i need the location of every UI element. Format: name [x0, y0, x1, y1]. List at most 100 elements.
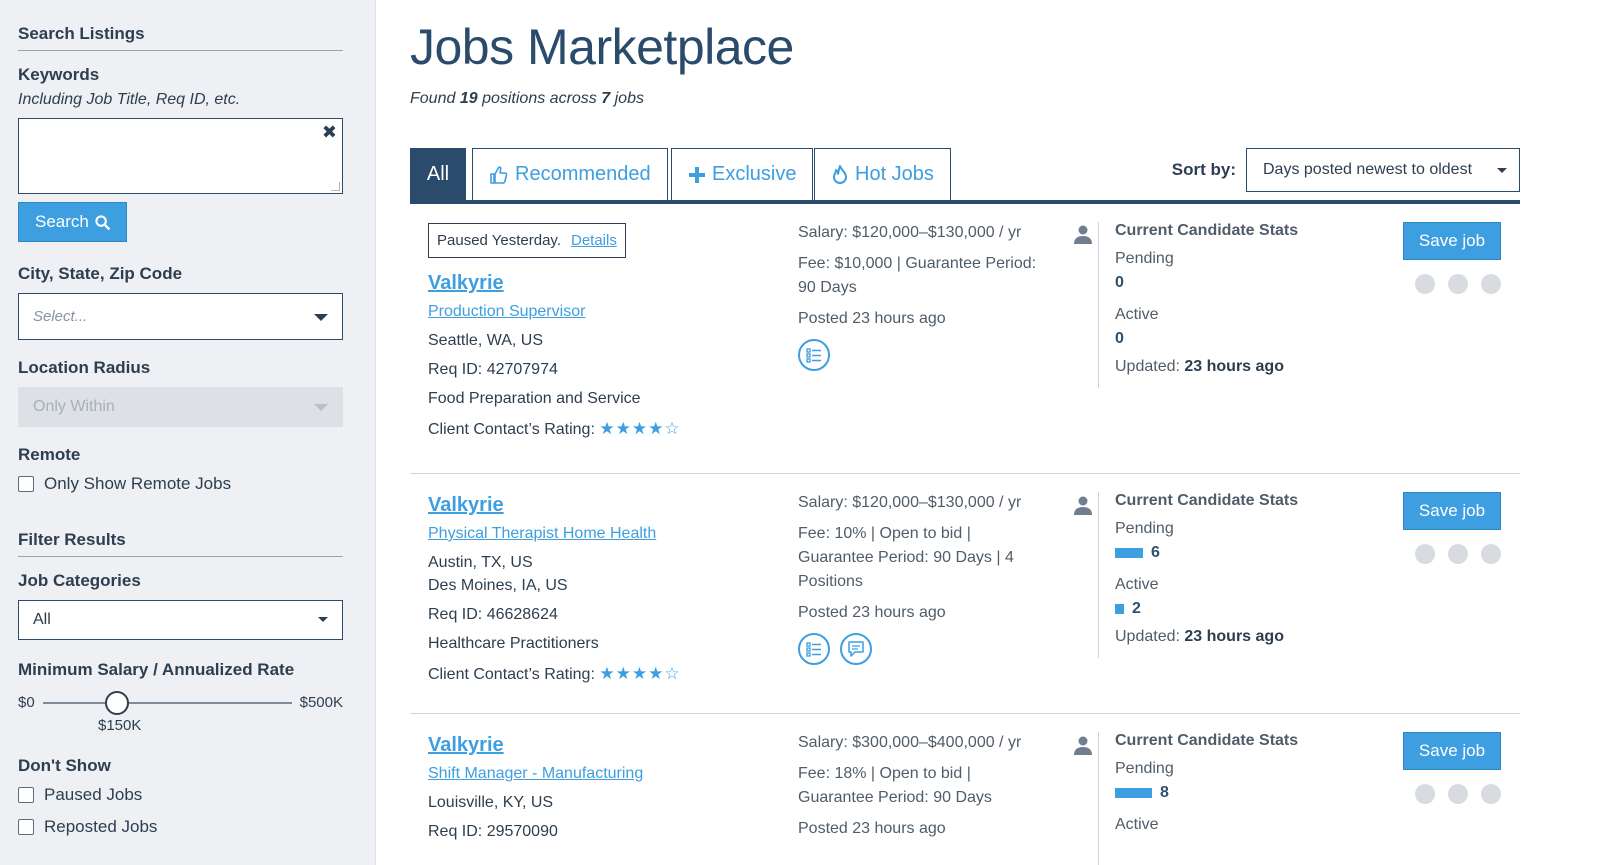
comment-icon[interactable]: [840, 633, 873, 665]
job-card: Paused Yesterday. Details Valkyrie Produ…: [410, 204, 1520, 474]
job-card: Valkyrie Physical Therapist Home Health …: [410, 474, 1520, 714]
pending-value: 8: [1160, 784, 1169, 801]
job-compensation: Salary: $120,000–$130,000 / yr Fee: $10,…: [798, 221, 1038, 372]
tab-recommended[interactable]: Recommended: [472, 148, 668, 200]
resize-handle[interactable]: [331, 182, 340, 191]
updated-value: 23 hours ago: [1184, 628, 1284, 645]
flame-icon: [833, 164, 847, 184]
rating-stars: ★★★★☆: [599, 419, 681, 438]
tab-recommended-label: Recommended: [515, 163, 651, 185]
job-card: Valkyrie Shift Manager - Manufacturing L…: [410, 714, 1520, 865]
pending-bar: [1115, 788, 1152, 798]
dot-indicator[interactable]: [1448, 274, 1468, 294]
job-compensation: Salary: $120,000–$130,000 / yr Fee: 10% …: [798, 491, 1038, 666]
stats-title: Current Candidate Stats: [1115, 732, 1299, 749]
job-location-secondary: Des Moines, IA, US: [428, 577, 568, 594]
dot-indicator[interactable]: [1415, 274, 1435, 294]
dot-indicator[interactable]: [1448, 544, 1468, 564]
pending-label: Pending: [1115, 520, 1174, 537]
tab-exclusive-label: Exclusive: [712, 163, 797, 185]
dot-indicator[interactable]: [1481, 544, 1501, 564]
candidate-stats: Current Candidate Stats Pending 6 Active…: [1098, 492, 1298, 658]
main-content: Jobs Marketplace Found 19 positions acro…: [410, 0, 1520, 865]
active-label: Active: [1115, 576, 1159, 593]
salary-slider-track[interactable]: [42, 690, 292, 715]
updated-value: 23 hours ago: [1184, 358, 1284, 375]
remote-only-checkbox[interactable]: [18, 476, 34, 492]
clear-icon[interactable]: ✖: [322, 122, 337, 143]
job-card-details: Paused Yesterday. Details Valkyrie Produ…: [428, 223, 681, 439]
search-button[interactable]: Search: [18, 202, 127, 242]
job-actions: [798, 633, 1038, 666]
keywords-field-container: ✖: [18, 118, 343, 194]
radius-select-value: Only Within: [33, 398, 115, 415]
pagination-dots: [1415, 274, 1503, 294]
remote-only-checkbox-row[interactable]: Only Show Remote Jobs: [18, 474, 337, 494]
job-fee: Fee: $10,000 | Guarantee Period: 90 Days: [798, 255, 1037, 296]
dot-indicator[interactable]: [1481, 274, 1501, 294]
dont-show-label: Don't Show: [18, 756, 111, 775]
job-location: Louisville, KY, US: [428, 794, 554, 811]
rating-label: Client Contact’s Rating:: [428, 666, 595, 683]
save-job-button[interactable]: Save job: [1403, 492, 1501, 530]
tab-all-label: All: [426, 163, 450, 185]
location-select-placeholder: Select...: [33, 308, 88, 325]
dot-indicator[interactable]: [1448, 784, 1468, 804]
dot-indicator[interactable]: [1415, 544, 1435, 564]
pending-value: 6: [1151, 544, 1160, 561]
chevron-down-icon: [314, 404, 328, 411]
salary-slider-thumb[interactable]: [105, 690, 130, 715]
location-select[interactable]: Select...: [18, 293, 343, 340]
company-link[interactable]: Valkyrie: [428, 494, 681, 517]
company-link[interactable]: Valkyrie: [428, 272, 681, 295]
job-location: Austin, TX, US: [428, 554, 533, 571]
results-summary: Found 19 positions across 7 jobs: [410, 90, 1520, 108]
salary-max: $500K: [299, 694, 343, 711]
stats-updated: Updated: 23 hours ago: [1115, 628, 1298, 646]
checklist-icon[interactable]: [798, 633, 830, 665]
paused-jobs-checkbox-row[interactable]: Paused Jobs: [18, 785, 337, 805]
client-rating: Client Contact’s Rating: ★★★★☆: [428, 664, 681, 684]
job-posted: Posted 23 hours ago: [798, 310, 946, 327]
keywords-input[interactable]: [19, 119, 342, 193]
company-link[interactable]: Valkyrie: [428, 734, 643, 757]
dot-indicator[interactable]: [1481, 784, 1501, 804]
reposted-jobs-label: Reposted Jobs: [44, 817, 158, 836]
active-value: 0: [1115, 330, 1124, 347]
tab-exclusive[interactable]: Exclusive: [671, 148, 814, 200]
active-count: 0: [1115, 330, 1298, 348]
categories-select[interactable]: All: [18, 600, 343, 640]
job-req-id: Req ID: 29570090: [428, 823, 558, 840]
search-button-label: Search: [35, 212, 89, 231]
tab-hot-jobs[interactable]: Hot Jobs: [814, 148, 951, 200]
tab-all[interactable]: All: [410, 148, 466, 200]
paused-jobs-checkbox[interactable]: [18, 787, 34, 803]
job-fee: Fee: 10% | Open to bid | Guarantee Perio…: [798, 525, 1014, 590]
sort-select[interactable]: Days posted newest to oldest: [1246, 148, 1520, 192]
reposted-jobs-checkbox-row[interactable]: Reposted Jobs: [18, 817, 337, 837]
pending-label: Pending: [1115, 250, 1174, 267]
categories-select-value: All: [33, 611, 51, 628]
job-salary: Salary: $120,000–$130,000 / yr: [798, 494, 1022, 511]
tab-bar: All Recommended Exclusive Hot Jobs Sort …: [410, 148, 1520, 204]
pending-label: Pending: [1115, 760, 1174, 777]
job-posted: Posted 23 hours ago: [798, 604, 946, 621]
person-icon: [1073, 224, 1093, 249]
checklist-icon[interactable]: [798, 339, 830, 371]
save-job-button[interactable]: Save job: [1403, 222, 1501, 260]
reposted-jobs-checkbox[interactable]: [18, 819, 34, 835]
save-job-button[interactable]: Save job: [1403, 732, 1501, 770]
job-fee: Fee: 18% | Open to bid | Guarantee Perio…: [798, 765, 992, 806]
job-card-details: Valkyrie Physical Therapist Home Health …: [428, 494, 681, 684]
job-actions: [798, 339, 1038, 372]
location-label: City, State, Zip Code: [18, 264, 183, 283]
paused-details-link[interactable]: Details: [571, 232, 617, 249]
chevron-down-icon: [1497, 168, 1507, 173]
dot-indicator[interactable]: [1415, 784, 1435, 804]
job-title-link[interactable]: Production Supervisor: [428, 303, 681, 321]
pending-count: 0: [1115, 274, 1298, 292]
pending-value: 0: [1115, 274, 1124, 291]
job-title-link[interactable]: Physical Therapist Home Health: [428, 525, 681, 543]
pending-bar: [1115, 548, 1143, 558]
job-title-link[interactable]: Shift Manager - Manufacturing: [428, 765, 643, 783]
